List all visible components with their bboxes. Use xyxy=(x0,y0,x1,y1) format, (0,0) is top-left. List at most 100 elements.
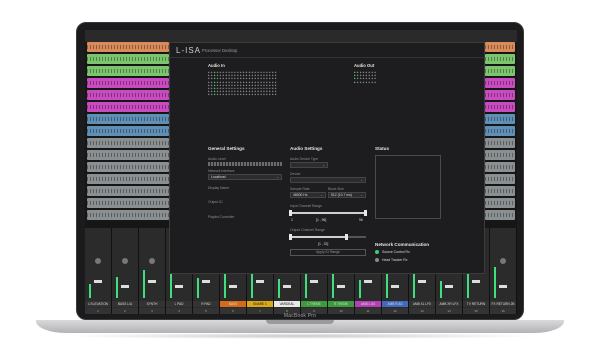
general-settings-heading: General Settings xyxy=(208,146,245,151)
volume-fader[interactable] xyxy=(94,280,102,283)
head-tracker-label: Head Tracker Rx xyxy=(382,258,408,262)
volume-fader[interactable] xyxy=(202,280,210,283)
output-range-max-handle[interactable] xyxy=(345,234,348,240)
daw-track xyxy=(485,186,515,196)
output-range-min-handle[interactable] xyxy=(289,234,292,240)
channel-name: VARDEAL xyxy=(274,301,300,307)
input-range-slider[interactable] xyxy=(289,210,367,216)
output-range-label: Output Channel Range xyxy=(290,228,325,232)
daw-track xyxy=(485,114,515,124)
device-label: Device xyxy=(290,172,301,176)
network-communication-heading: Network Communication xyxy=(375,242,430,247)
daw-track xyxy=(485,102,515,112)
sample-rate-select[interactable]: 48000 Hz ⌄ xyxy=(290,192,326,198)
channel-name: SYNTH xyxy=(139,301,165,307)
audio-device-type-select[interactable]: ⌄ xyxy=(290,162,328,168)
level-meter xyxy=(440,281,442,298)
audio-level-meter xyxy=(208,162,282,166)
volume-fader[interactable] xyxy=(445,285,453,288)
volume-fader[interactable] xyxy=(283,285,291,288)
channel-name: L ELEVATION xyxy=(85,301,111,307)
daw-track xyxy=(87,114,169,124)
audio-out-label: Audio Out xyxy=(354,63,375,68)
mixer-channel-strip[interactable]: SYNTH 3 xyxy=(139,228,166,314)
volume-fader[interactable] xyxy=(175,285,183,288)
waveform xyxy=(87,117,169,121)
waveform xyxy=(485,129,515,133)
volume-fader[interactable] xyxy=(256,280,264,283)
audio-level-label: Audio Level xyxy=(208,157,226,161)
waveform xyxy=(485,213,515,217)
volume-fader[interactable] xyxy=(418,280,426,283)
waveform xyxy=(485,141,515,145)
input-range-min: 1 xyxy=(291,218,293,222)
level-meter xyxy=(116,277,118,298)
waveform xyxy=(485,165,515,169)
daw-track xyxy=(87,126,169,136)
volume-fader[interactable] xyxy=(499,285,507,288)
waveform xyxy=(485,45,515,49)
volume-fader[interactable] xyxy=(121,285,129,288)
channel-name: FX RETURN 2B xyxy=(490,301,516,307)
daw-track xyxy=(485,90,515,100)
volume-fader[interactable] xyxy=(472,280,480,283)
apply-io-range-button[interactable]: Apply IO Range xyxy=(290,249,366,256)
chevron-down-icon: ⌄ xyxy=(320,193,323,197)
volume-fader[interactable] xyxy=(310,280,318,283)
level-meter xyxy=(359,280,361,298)
level-meter xyxy=(467,274,469,298)
laptop-lid: L ELEVATION 1 BASS L/A 2 SYNTH 3 L PAD 4 R PAD 5 B… xyxy=(76,22,524,320)
daw-track xyxy=(87,150,169,160)
chevron-down-icon: ⌄ xyxy=(322,163,325,167)
waveform xyxy=(485,81,515,85)
waveform xyxy=(87,93,169,97)
volume-fader[interactable] xyxy=(364,280,372,283)
output-range-slider[interactable] xyxy=(289,234,366,240)
mixer-channel-strip[interactable]: L ELEVATION 1 xyxy=(85,228,112,314)
volume-fader[interactable] xyxy=(148,280,156,283)
network-interface-select[interactable]: Localhost ⌄ xyxy=(208,174,282,180)
pan-knob[interactable] xyxy=(122,258,128,264)
daw-track xyxy=(87,210,169,220)
pan-knob[interactable] xyxy=(95,258,101,264)
waveform xyxy=(485,105,515,109)
channel-name: R PAD xyxy=(193,301,219,307)
input-range-fill xyxy=(290,212,366,214)
pan-knob[interactable] xyxy=(149,258,155,264)
daw-track xyxy=(87,78,169,88)
block-size-select[interactable]: 512 (10.7 ms) ⌄ xyxy=(328,192,366,198)
product-shot: L ELEVATION 1 BASS L/A 2 SYNTH 3 L PAD 4 R PAD 5 B… xyxy=(0,0,600,360)
mixer-channel-strip[interactable]: BASS L/A 2 xyxy=(112,228,139,314)
waveform xyxy=(485,153,515,157)
daw-track xyxy=(87,90,169,100)
window-header: L-ISA Processor Desktop xyxy=(170,43,484,58)
waveform xyxy=(87,201,169,205)
volume-fader[interactable] xyxy=(229,285,237,288)
daw-track xyxy=(87,174,169,184)
network-interface-label: Network Interface xyxy=(208,169,235,173)
output-id-label: Output ID xyxy=(208,200,223,204)
waveform xyxy=(87,69,169,73)
waveform xyxy=(87,165,169,169)
device-select[interactable]: ⌄ xyxy=(290,177,366,183)
input-range-max-handle[interactable] xyxy=(364,210,367,216)
mixer-channel-strip[interactable]: FX RETURN 2B 16 xyxy=(490,228,517,314)
level-meter xyxy=(278,279,280,298)
level-meter xyxy=(386,273,388,298)
daw-track xyxy=(485,78,515,88)
playlist-controller-label: Playlist Controller xyxy=(208,215,235,219)
status-heading: Status xyxy=(375,146,390,151)
lisa-processor-window: L-ISA Processor Desktop Audio In ● ● ● ●… xyxy=(169,42,485,274)
channel-name: AMB XR LFX xyxy=(436,301,462,307)
waveform xyxy=(485,69,515,73)
display-name-label: Display Name xyxy=(208,186,230,190)
brand-label: MacBook Pro xyxy=(283,313,317,319)
volume-fader[interactable] xyxy=(337,285,345,288)
input-range-min-handle[interactable] xyxy=(289,210,292,216)
channel-name: BASS L/A xyxy=(112,301,138,307)
channel-name: AMB XL LFX xyxy=(409,301,435,307)
volume-fader[interactable] xyxy=(391,285,399,288)
pan-knob[interactable] xyxy=(500,258,506,264)
waveform xyxy=(485,93,515,97)
daw-track xyxy=(485,54,515,64)
